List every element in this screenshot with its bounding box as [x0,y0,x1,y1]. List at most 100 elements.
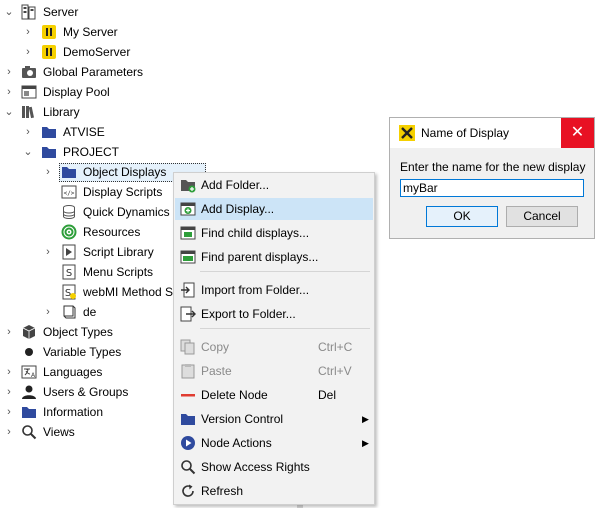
shortcut-label: Ctrl+C [318,340,353,354]
tree-label: Global Parameters [43,65,144,79]
menu-item-delete-node[interactable]: Delete Node Del [175,384,373,406]
dialog-titlebar[interactable]: Name of Display ✕ [390,118,594,148]
tree-item-atvise[interactable]: › ATVISE [0,122,200,142]
tree-label: Object Types [43,325,113,339]
folder-icon [62,167,76,178]
menu-item-find-child-displays[interactable]: Find child displays... [175,222,373,244]
tree-label: ATVISE [63,125,105,139]
chevron-right-icon[interactable]: › [22,22,34,42]
tree-label: Resources [83,225,141,239]
tree-item-server[interactable]: ⌄ Server [0,2,200,22]
chevron-down-icon[interactable]: ⌄ [22,142,34,162]
tree-item-de[interactable]: › de [0,302,180,322]
tree-item-demo-server[interactable]: › DemoServer [0,42,200,62]
display-name-input[interactable] [400,179,584,197]
database-icon [63,205,75,219]
chevron-right-icon[interactable]: › [22,42,34,62]
cube-icon [22,325,36,339]
tree-label: Users & Groups [43,385,129,399]
cancel-button[interactable]: Cancel [506,206,578,227]
languages-icon: A [21,365,37,379]
menu-item-label: Version Control [201,412,284,426]
tree-item-menu-scripts[interactable]: S Menu Scripts [0,262,180,282]
menu-item-export-to-folder[interactable]: Export to Folder... [175,303,373,325]
tree-item-project[interactable]: ⌄ PROJECT [0,142,200,162]
chevron-down-icon[interactable]: ⌄ [3,2,15,22]
menu-item-label: Add Display... [201,202,275,216]
menu-item-add-display[interactable]: Add Display... [175,198,373,220]
menu-item-find-parent-displays[interactable]: Find parent displays... [175,246,373,268]
tree-item-library[interactable]: ⌄ Library [0,102,200,122]
paste-icon [181,364,195,379]
tree-item-global-parameters[interactable]: › Global Parameters [0,62,200,82]
chevron-right-icon[interactable]: › [3,382,15,402]
close-icon: ✕ [570,124,585,141]
tree-label: Object Displays [83,165,167,179]
folder-icon [22,407,36,418]
submenu-arrow-icon: ▶ [362,414,369,424]
chevron-right-icon[interactable]: › [3,82,15,102]
menu-item-copy[interactable]: Copy Ctrl+C [175,336,373,358]
script-library-icon [62,244,76,260]
menu-item-add-folder[interactable]: Add Folder... [175,174,373,196]
tree-item-webmi-method[interactable]: S webMI Method Sc [0,282,180,302]
chevron-right-icon[interactable]: › [42,302,54,322]
tree-item-object-types[interactable]: › Object Types [0,322,180,342]
tree-item-information[interactable]: › Information [0,402,180,422]
context-menu: Add Folder... Add Display... Find child … [173,172,375,505]
find-child-icon [180,226,196,240]
chevron-right-icon[interactable]: › [42,162,54,182]
tree-label: Information [43,405,104,419]
library-icon [22,106,34,119]
tree-item-display-pool[interactable]: › Display Pool [0,82,200,102]
menu-item-paste[interactable]: Paste Ctrl+V [175,360,373,382]
chevron-right-icon[interactable]: › [3,62,15,82]
folder-icon [42,127,56,138]
display-pool-icon [21,85,37,99]
server-icon [21,4,36,20]
chevron-right-icon[interactable]: › [3,322,15,342]
tree-item-resources[interactable]: Resources [0,222,180,242]
tree-item-users-groups[interactable]: › Users & Groups [0,382,180,402]
menu-item-refresh[interactable]: Refresh [175,480,373,502]
delete-icon [181,394,195,397]
tree-label: Display Pool [43,85,110,99]
chevron-right-icon[interactable]: › [3,402,15,422]
tree-label: Views [43,425,75,439]
svg-text:S: S [66,268,72,279]
tree-item-script-library[interactable]: › Script Library [0,242,180,262]
chevron-right-icon[interactable]: › [3,422,15,442]
tree-label: Menu Scripts [83,265,154,279]
menu-item-show-access-rights[interactable]: Show Access Rights [175,456,373,478]
tree-item-languages[interactable]: › A Languages [0,362,180,382]
menu-separator [200,328,370,329]
book-icon [63,305,76,319]
tree-item-display-scripts[interactable]: </> Display Scripts [0,182,180,202]
tree-item-variable-types[interactable]: Variable Types [0,342,180,362]
dot-icon [25,348,33,356]
script-icon: </> [61,185,77,199]
chevron-right-icon[interactable]: › [22,122,34,142]
user-icon [22,385,36,399]
tree-item-my-server[interactable]: › My Server [0,22,200,42]
svg-text:S: S [65,288,71,299]
close-button[interactable]: ✕ [561,118,594,148]
shortcut-label: Ctrl+V [318,364,352,378]
tree-label: Display Scripts [83,185,163,199]
tree-label: de [83,305,97,319]
tree-item-quick-dynamics[interactable]: Quick Dynamics [0,202,180,222]
chevron-down-icon[interactable]: ⌄ [3,102,15,122]
chevron-right-icon[interactable]: › [3,362,15,382]
menu-item-version-control[interactable]: Version Control ▶ [175,408,373,430]
search-icon [22,425,37,440]
dialog-title: Name of Display [421,126,510,140]
ok-button[interactable]: OK [426,206,498,227]
menu-item-import-from-folder[interactable]: Import from Folder... [175,279,373,301]
menu-item-label: Find parent displays... [201,250,319,264]
menu-script-icon: S [62,264,76,280]
name-of-display-dialog: Name of Display ✕ Enter the name for the… [389,117,595,239]
tree-item-views[interactable]: › Views [0,422,180,442]
chevron-right-icon[interactable]: › [42,242,54,262]
add-folder-icon [181,180,196,193]
menu-item-node-actions[interactable]: Node Actions ▶ [175,432,373,454]
